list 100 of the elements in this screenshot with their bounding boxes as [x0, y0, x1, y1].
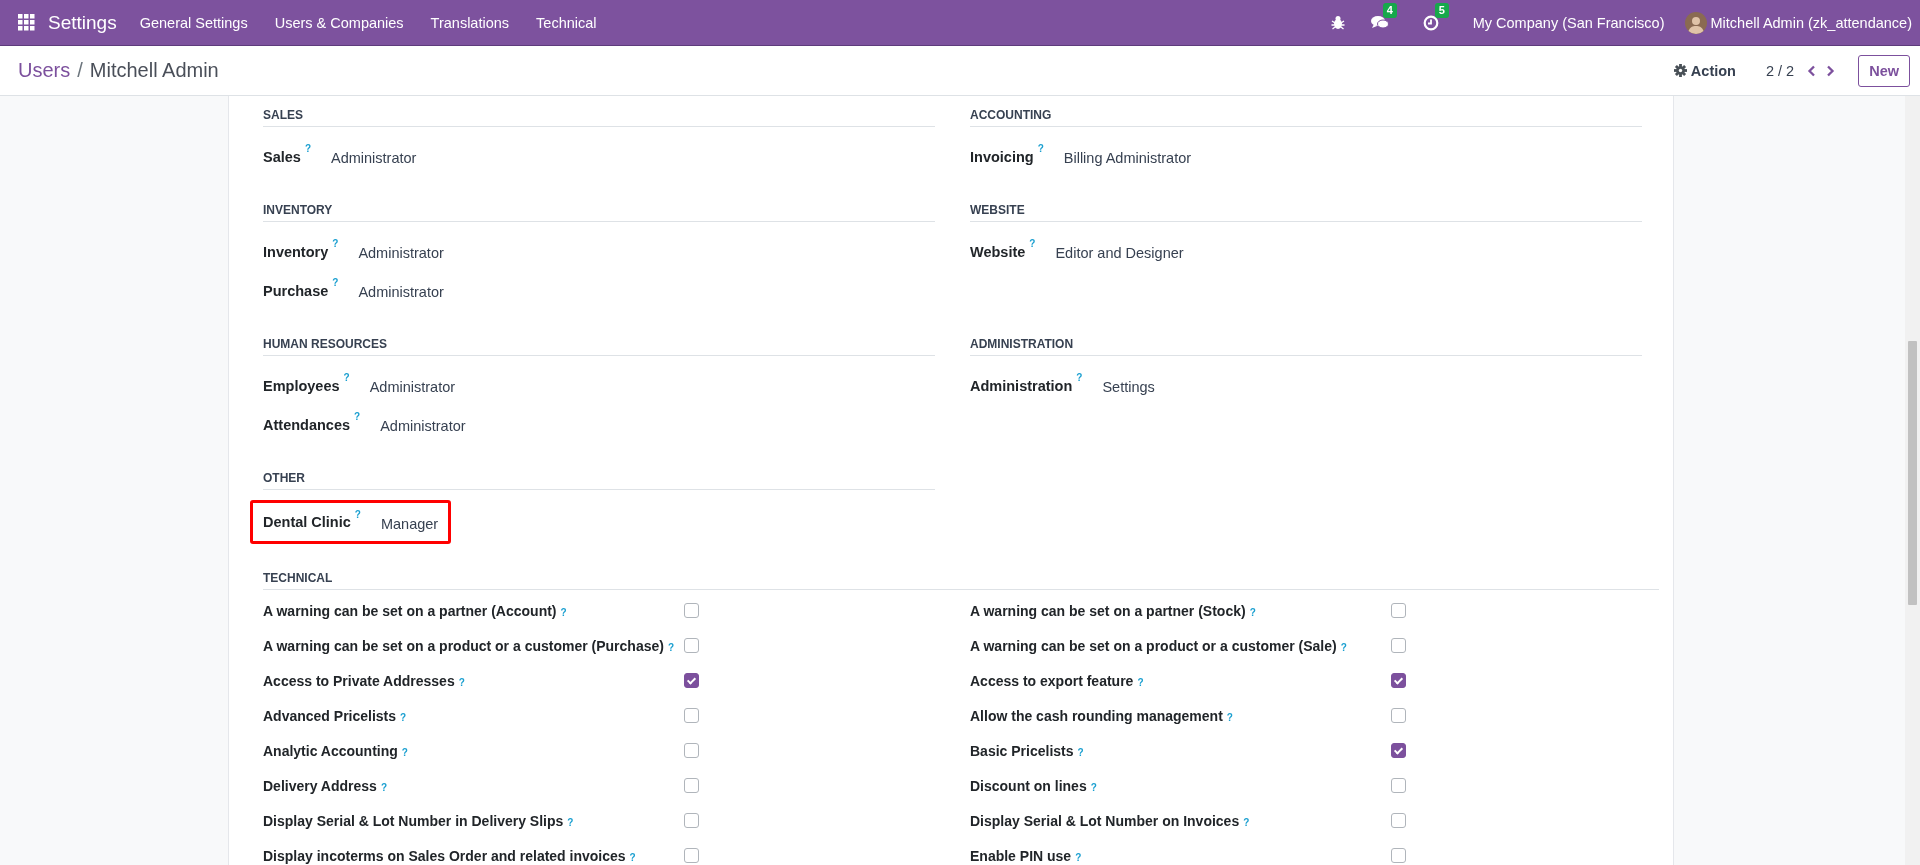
user-menu[interactable]: Mitchell Admin (zk_attendance): [1710, 14, 1912, 31]
help-tooltip[interactable]: ?: [1076, 372, 1083, 383]
help-tooltip[interactable]: ?: [343, 372, 350, 383]
breadcrumb-link[interactable]: Users: [18, 59, 71, 82]
chat-icon[interactable]: [1370, 15, 1389, 30]
field-value[interactable]: Administrator: [358, 284, 444, 300]
checkbox[interactable]: [684, 743, 699, 758]
checkbox[interactable]: [684, 778, 699, 793]
checkbox[interactable]: [684, 638, 699, 653]
field-label: Website: [970, 243, 1026, 260]
help-tooltip[interactable]: ?: [629, 851, 636, 863]
help-tooltip[interactable]: ?: [560, 606, 567, 618]
help-tooltip[interactable]: ?: [380, 781, 387, 793]
field-label: Administration: [970, 377, 1073, 394]
action-button[interactable]: Action: [1667, 58, 1742, 83]
field-label: Employees: [263, 377, 340, 394]
section-heading: TECHNICAL: [263, 569, 1659, 590]
checkbox[interactable]: [1391, 638, 1406, 653]
chevron-left-icon: [1807, 64, 1817, 77]
help-tooltip[interactable]: ?: [400, 711, 407, 723]
breadcrumb-separator: /: [77, 59, 83, 82]
field-value[interactable]: Administrator: [331, 150, 417, 166]
option-label: Display incoterms on Sales Order and related invoices: [263, 847, 626, 864]
scrollbar-thumb[interactable]: [1908, 341, 1917, 605]
checkbox[interactable]: [1391, 813, 1406, 828]
section-heading: HUMAN RESOURCES: [263, 335, 935, 356]
help-tooltip[interactable]: ?: [1077, 746, 1084, 758]
field-value[interactable]: Settings: [1102, 379, 1155, 395]
section-heading: OTHER: [263, 469, 935, 490]
field-value[interactable]: Billing Administrator: [1063, 150, 1192, 166]
menu-item[interactable]: Translations: [430, 14, 510, 31]
help-tooltip[interactable]: ?: [1037, 143, 1044, 154]
help-tooltip[interactable]: ?: [304, 143, 311, 154]
pager-value[interactable]: 2 / 2: [1765, 62, 1795, 79]
help-tooltip[interactable]: ?: [1090, 781, 1097, 793]
help-tooltip[interactable]: ?: [1249, 606, 1256, 618]
checkbox[interactable]: [1391, 848, 1406, 863]
option-label: Enable PIN use: [970, 847, 1072, 864]
help-tooltip[interactable]: ?: [567, 816, 574, 828]
menu-item[interactable]: Technical: [536, 14, 597, 31]
option-label: Analytic Accounting: [263, 742, 398, 759]
help-tooltip[interactable]: ?: [1075, 851, 1082, 863]
menu-item[interactable]: Users & Companies: [274, 14, 404, 31]
field-label: Sales: [263, 148, 301, 165]
help-tooltip[interactable]: ?: [1226, 711, 1233, 723]
option-label: Allow the cash rounding management: [970, 707, 1223, 724]
field-value[interactable]: Editor and Designer: [1055, 245, 1184, 261]
option-label: Display Serial & Lot Number in Delivery Slips: [263, 812, 564, 829]
option-label: Advanced Pricelists: [263, 707, 397, 724]
counter-badge: 4: [1382, 3, 1397, 18]
checkbox[interactable]: [684, 813, 699, 828]
field-value[interactable]: Administrator: [369, 379, 456, 395]
help-tooltip[interactable]: ?: [667, 641, 674, 653]
checkbox[interactable]: [1391, 603, 1406, 618]
option-label: Basic Pricelists: [970, 742, 1074, 759]
option-label: A warning can be set on a partner (Stock): [970, 602, 1246, 619]
checkbox[interactable]: [684, 673, 699, 688]
counter-badge: 5: [1434, 2, 1449, 18]
option-label: Access to Private Addresses: [263, 672, 455, 689]
section-heading: ADMINISTRATION: [970, 335, 1642, 356]
checkbox[interactable]: [684, 708, 699, 723]
option-label: A warning can be set on a product or a customer (Sale): [970, 637, 1337, 654]
field-label: Inventory: [263, 243, 329, 260]
checkbox[interactable]: [1391, 708, 1406, 723]
breadcrumb-current: Mitchell Admin: [89, 59, 219, 82]
checkbox[interactable]: [1391, 743, 1406, 758]
clock-icon[interactable]: [1422, 14, 1439, 31]
option-label: Display Serial & Lot Number on Invoices: [970, 812, 1240, 829]
help-tooltip[interactable]: ?: [354, 509, 361, 520]
section-heading: ACCOUNTING: [970, 106, 1642, 127]
field-label: Attendances: [263, 416, 351, 433]
help-tooltip[interactable]: ?: [1029, 238, 1036, 249]
section-heading: INVENTORY: [263, 201, 935, 222]
field-value[interactable]: Administrator: [380, 418, 466, 434]
field-value[interactable]: Administrator: [358, 245, 444, 261]
checkbox[interactable]: [1391, 778, 1406, 793]
checkbox[interactable]: [1391, 673, 1406, 688]
checkbox[interactable]: [684, 848, 699, 863]
chevron-right-icon: [1826, 64, 1836, 77]
apps-menu-icon[interactable]: [18, 14, 35, 31]
help-tooltip[interactable]: ?: [332, 238, 339, 249]
help-tooltip[interactable]: ?: [1243, 816, 1250, 828]
field-label: Invoicing: [970, 148, 1034, 165]
company-switcher[interactable]: My Company (San Francisco): [1472, 14, 1665, 31]
avatar[interactable]: [1684, 11, 1707, 34]
bug-icon[interactable]: [1330, 15, 1345, 30]
help-tooltip[interactable]: ?: [401, 746, 408, 758]
menu-item[interactable]: General Settings: [139, 14, 248, 31]
new-button[interactable]: New: [1858, 54, 1910, 87]
help-tooltip[interactable]: ?: [332, 277, 339, 288]
help-tooltip[interactable]: ?: [1137, 676, 1144, 688]
help-tooltip[interactable]: ?: [354, 411, 361, 422]
scrollbar[interactable]: [1905, 96, 1920, 865]
help-tooltip[interactable]: ?: [1340, 641, 1347, 653]
field-value[interactable]: Manager: [380, 515, 439, 532]
help-tooltip[interactable]: ?: [458, 676, 465, 688]
option-label: Access to export feature: [970, 672, 1134, 689]
checkbox[interactable]: [684, 603, 699, 618]
app-title[interactable]: Settings: [48, 11, 117, 34]
option-label: A warning can be set on a product or a customer (Purchase): [263, 637, 664, 654]
